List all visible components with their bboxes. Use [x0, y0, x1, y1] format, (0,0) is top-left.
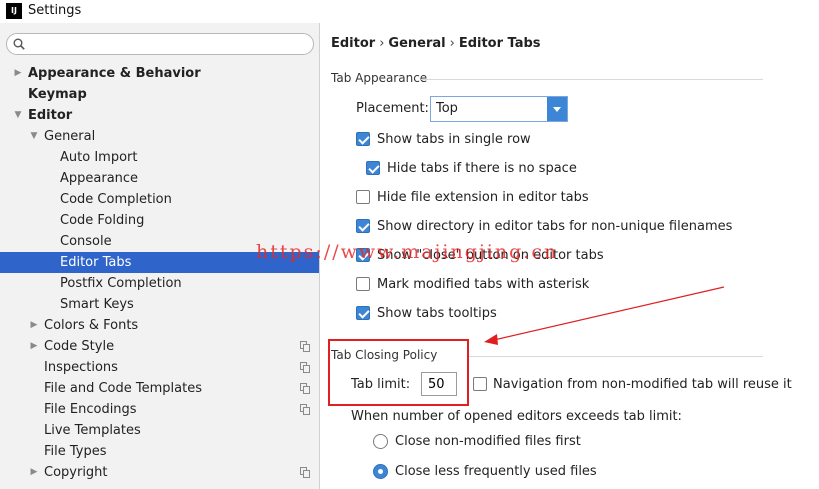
navigation-reuse-checkbox[interactable] [473, 377, 487, 391]
sidebar-item-label: File Types [44, 444, 107, 459]
window-title: Settings [28, 3, 82, 18]
sidebar-item-postfix-completion[interactable]: Postfix Completion [0, 273, 319, 294]
hide-tabs-no-space-label: Hide tabs if there is no space [387, 161, 577, 176]
sidebar-item-label: Editor Tabs [60, 255, 132, 270]
sidebar-item-live-templates[interactable]: Live Templates [0, 420, 319, 441]
sidebar-item-label: Postfix Completion [60, 276, 182, 291]
sidebar-item-file-and-code-templates[interactable]: File and Code Templates [0, 378, 319, 399]
project-copy-icon [300, 467, 310, 478]
project-copy-icon [300, 404, 310, 415]
sidebar-item-keymap[interactable]: Keymap [0, 84, 319, 105]
sidebar-item-code-folding[interactable]: Code Folding [0, 210, 319, 231]
sidebar-item-auto-import[interactable]: Auto Import [0, 147, 319, 168]
sidebar-item-general[interactable]: ▼ General [0, 126, 319, 147]
sidebar-item-label: Code Style [44, 339, 115, 354]
sidebar-item-label: Keymap [28, 87, 87, 102]
placement-label: Placement: [356, 101, 429, 116]
sidebar-item-label: Inspections [44, 360, 118, 375]
editor-tabs-panel: Editor › General › Editor Tabs Tab Appearanc… [321, 23, 819, 489]
close-non-modified-radio[interactable] [373, 434, 388, 449]
project-copy-icon [300, 383, 310, 394]
close-non-modified-label: Close non-modified files first [395, 434, 581, 449]
sidebar-item-label: Auto Import [60, 150, 138, 165]
collapsed-arrow-icon[interactable]: ▶ [29, 315, 39, 336]
navigation-reuse-label: Navigation from non-modified tab will re… [493, 377, 792, 392]
sidebar-item-label: Colors & Fonts [44, 318, 139, 333]
expanded-arrow-icon[interactable]: ▼ [29, 126, 39, 147]
sidebar-item-label: Smart Keys [60, 297, 134, 312]
sidebar-item-editor[interactable]: ▼ Editor [0, 105, 319, 126]
show-tooltips-checkbox[interactable] [356, 306, 370, 320]
show-close-button-label: Show "close" button on editor tabs [377, 248, 604, 263]
search-box[interactable] [6, 33, 314, 55]
sidebar-item-appearance[interactable]: Appearance [0, 168, 319, 189]
sidebar-item-console[interactable]: Console [0, 231, 319, 252]
project-copy-icon [300, 341, 310, 352]
placement-dropdown[interactable]: Top [430, 96, 568, 122]
close-less-frequent-label: Close less frequently used files [395, 464, 597, 479]
hide-file-extension-checkbox[interactable] [356, 190, 370, 204]
hide-file-extension-label: Hide file extension in editor tabs [377, 190, 589, 205]
sidebar-item-label: Appearance [60, 171, 139, 186]
search-input[interactable] [29, 36, 309, 52]
show-tabs-single-row-checkbox[interactable] [356, 132, 370, 146]
sidebar-item-label: Code Completion [60, 192, 172, 207]
sidebar-item-label: Editor [28, 108, 73, 123]
show-directory-checkbox[interactable] [356, 219, 370, 233]
project-copy-icon [300, 362, 310, 373]
close-less-frequent-radio[interactable] [373, 464, 388, 479]
search-icon [13, 38, 25, 50]
title-bar: IJ Settings [0, 0, 819, 23]
tab-appearance-title: Tab Appearance [331, 71, 428, 85]
sidebar-item-file-encodings[interactable]: File Encodings [0, 399, 319, 420]
hide-tabs-no-space-checkbox[interactable] [366, 161, 380, 175]
mark-modified-label: Mark modified tabs with asterisk [377, 277, 590, 292]
breadcrumb-general: General [388, 36, 446, 51]
collapsed-arrow-icon[interactable]: ▶ [29, 462, 39, 483]
breadcrumb-separator: › [379, 36, 385, 51]
show-directory-label: Show directory in editor tabs for non-un… [377, 219, 733, 234]
show-tabs-single-row-label: Show tabs in single row [377, 132, 531, 147]
sidebar-item-smart-keys[interactable]: Smart Keys [0, 294, 319, 315]
sidebar-item-inspections[interactable]: Inspections [0, 357, 319, 378]
sidebar-item-code-completion[interactable]: Code Completion [0, 189, 319, 210]
sidebar-item-label: Copyright [44, 465, 108, 480]
breadcrumb-separator: › [449, 36, 455, 51]
sidebar-item-label: File and Code Templates [44, 381, 202, 396]
expanded-arrow-icon[interactable]: ▼ [13, 105, 23, 126]
sidebar-item-code-style[interactable]: ▶ Code Style [0, 336, 319, 357]
intellij-app-icon: IJ [6, 3, 22, 19]
sidebar-item-label: File Encodings [44, 402, 137, 417]
sidebar-item-copyright[interactable]: ▶ Copyright [0, 462, 319, 483]
sidebar-item-colors-fonts[interactable]: ▶ Colors & Fonts [0, 315, 319, 336]
breadcrumb-editor-tabs: Editor Tabs [458, 36, 541, 51]
sidebar-item-label: Appearance & Behavior [28, 66, 201, 81]
placement-selected-value: Top [436, 101, 458, 116]
section-divider [421, 79, 763, 80]
sidebar-item-appearance-behavior[interactable]: ▶ Appearance & Behavior [0, 63, 319, 84]
sidebar-item-editor-tabs[interactable]: Editor Tabs [0, 252, 319, 273]
chevron-down-icon[interactable] [547, 97, 567, 121]
show-close-button-checkbox[interactable] [356, 248, 370, 262]
sidebar-item-file-types[interactable]: File Types [0, 441, 319, 462]
sidebar-item-label: Console [60, 234, 112, 249]
collapsed-arrow-icon[interactable]: ▶ [29, 336, 39, 357]
annotation-highlight-box [328, 339, 469, 406]
sidebar-item-label: Code Folding [60, 213, 145, 228]
sidebar-item-label: Live Templates [44, 423, 141, 438]
sidebar-item-label: General [44, 129, 96, 144]
show-tooltips-label: Show tabs tooltips [377, 306, 497, 321]
collapsed-arrow-icon[interactable]: ▶ [13, 63, 23, 84]
exceeds-limit-label: When number of opened editors exceeds ta… [351, 409, 682, 424]
mark-modified-checkbox[interactable] [356, 277, 370, 291]
section-divider [469, 356, 763, 357]
settings-sidebar: ▶ Appearance & Behavior Keymap ▼ Editor ▼ Gene… [0, 23, 320, 489]
breadcrumb: Editor › General › Editor Tabs [331, 36, 541, 51]
breadcrumb-editor: Editor [331, 36, 376, 51]
